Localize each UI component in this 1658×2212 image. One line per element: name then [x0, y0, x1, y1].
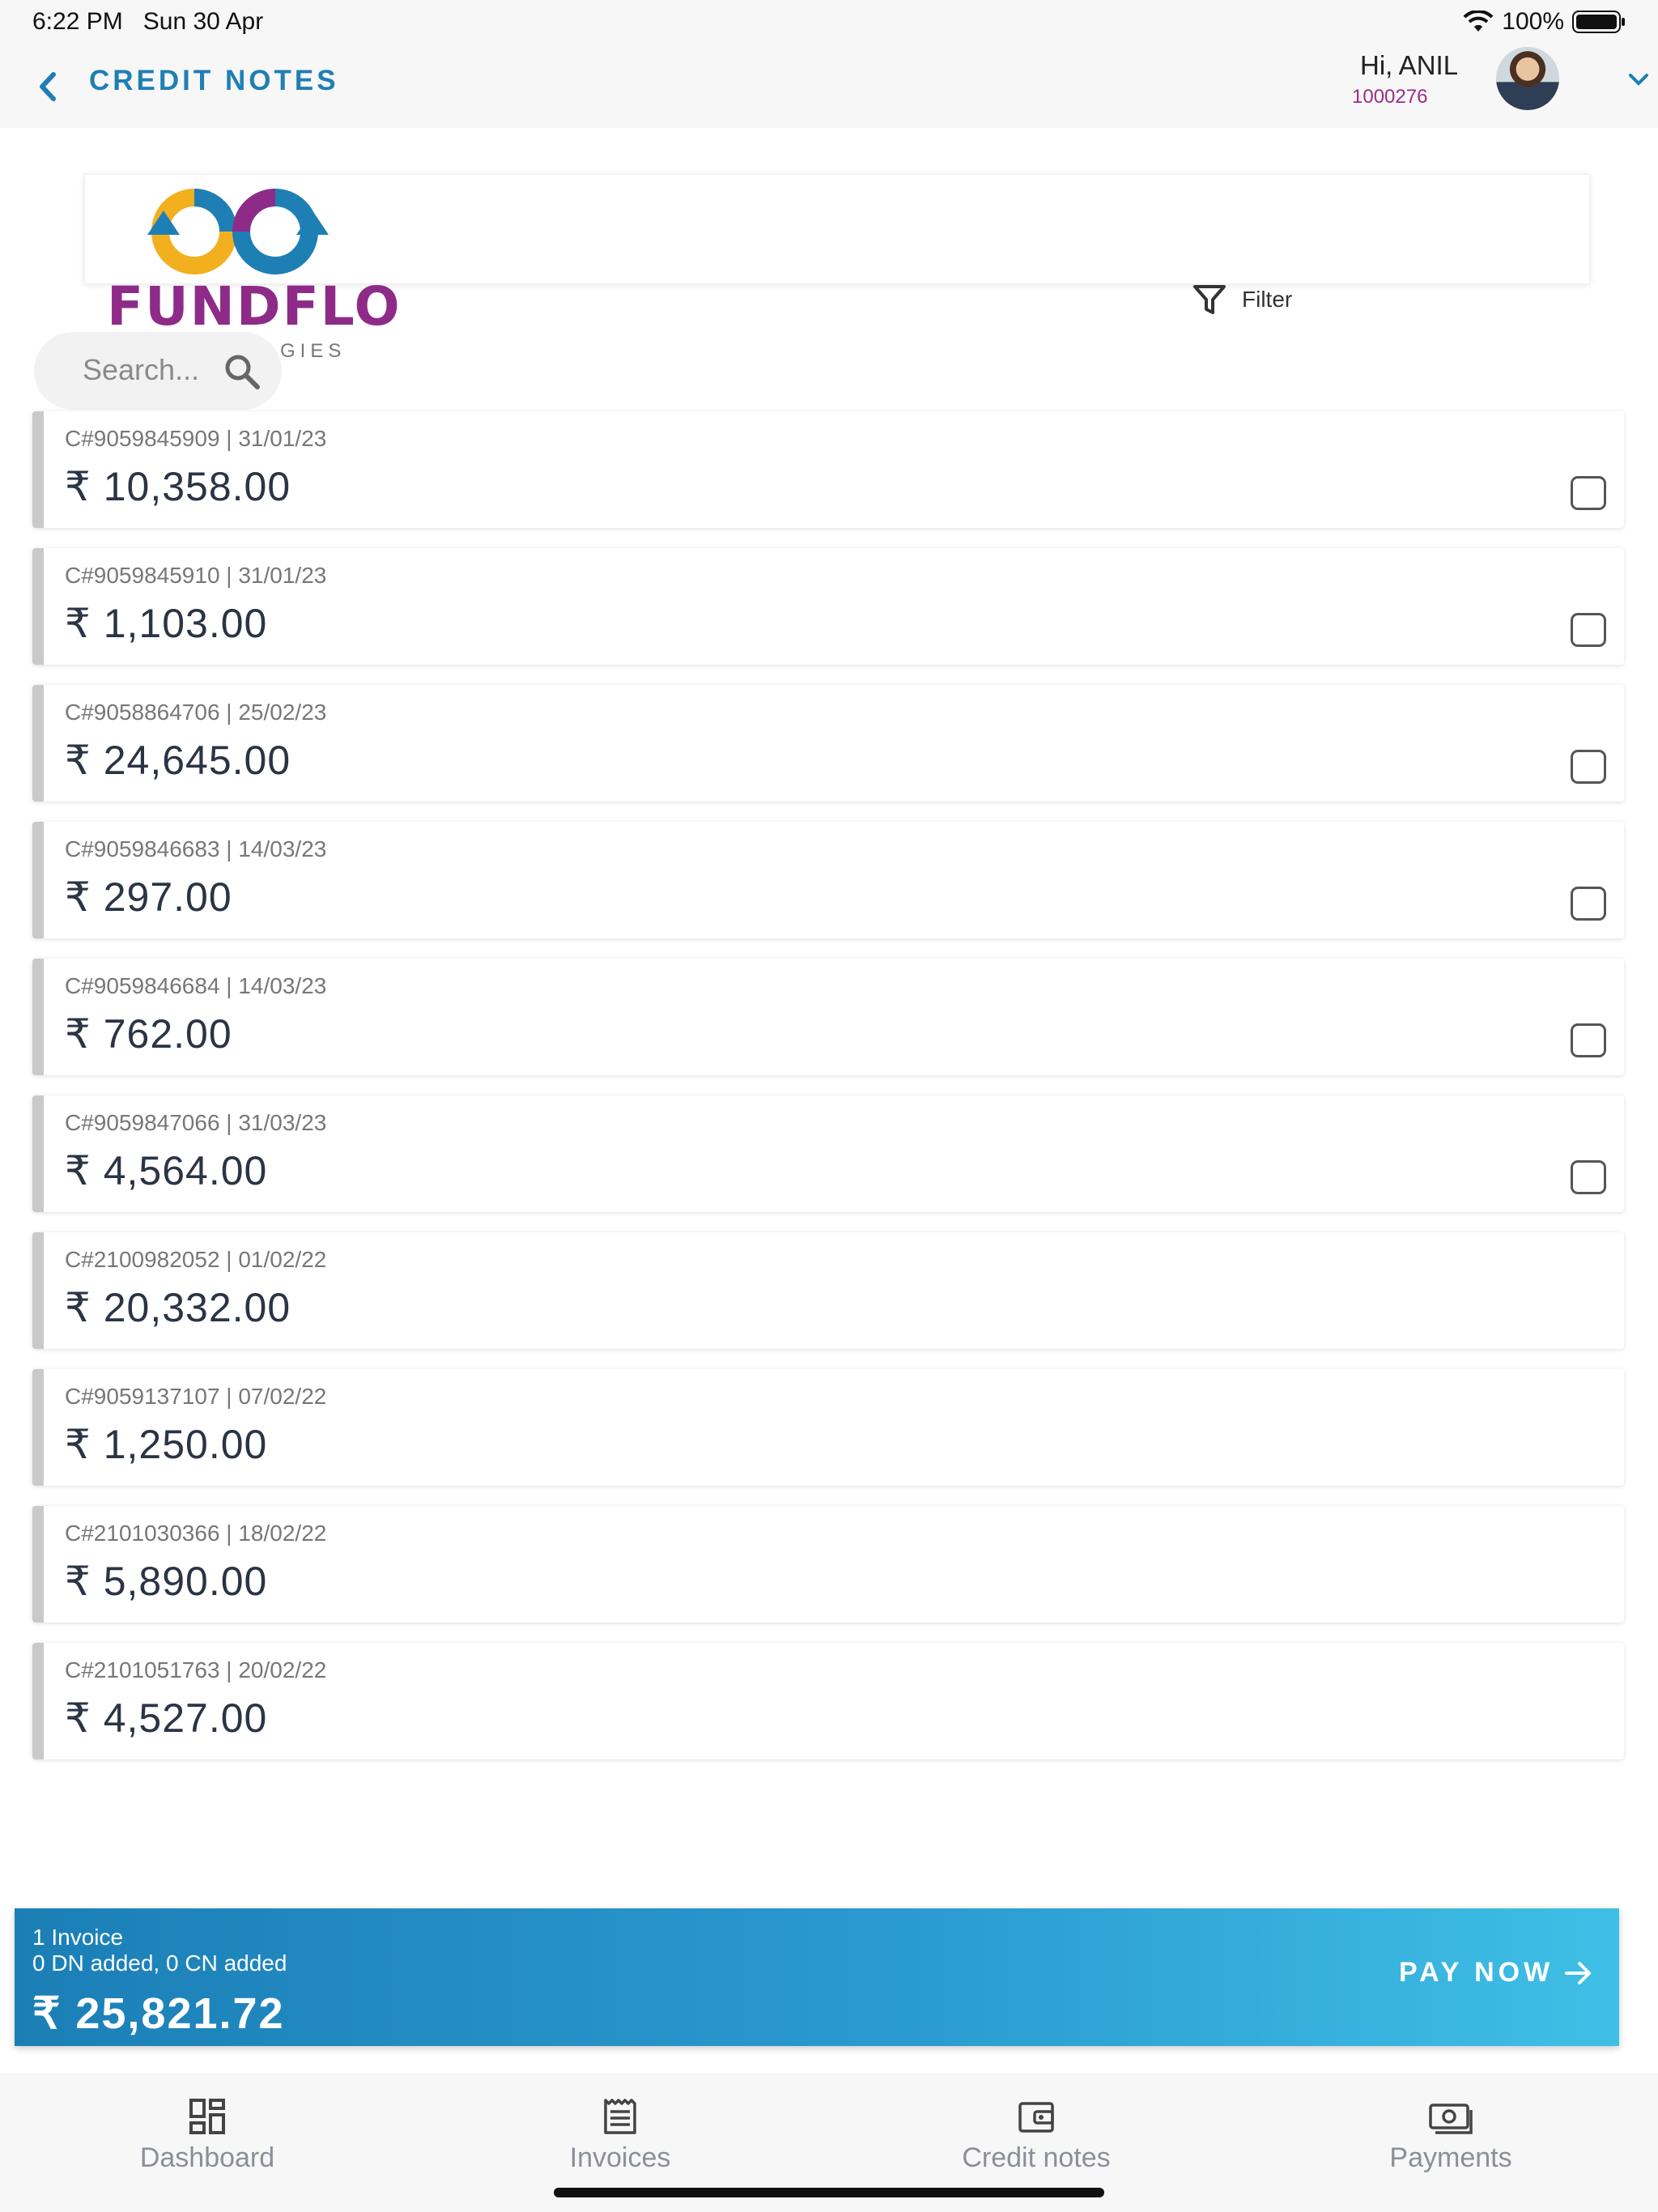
credit-note-amount: ₹ 4,564.00: [65, 1148, 268, 1193]
tab-label-payments: Payments: [1389, 2142, 1512, 2173]
adjustments-summary: 0 DN added, 0 CN added: [32, 1950, 287, 1976]
tab-payments[interactable]: Payments: [1354, 2097, 1548, 2174]
dashboard-icon: [189, 2099, 225, 2134]
user-id: 1000276: [1352, 86, 1428, 108]
status-date: Sun 30 Apr: [142, 8, 264, 35]
status-time: 6:22 PM Sun 30 Apr: [32, 8, 263, 36]
chevron-left-icon: [40, 72, 56, 101]
credit-note-meta: C#9058864706 | 25/02/23: [65, 700, 327, 725]
credit-note-meta: C#2100982052 | 01/02/22: [65, 1247, 327, 1272]
arrow-right-icon: [1565, 1961, 1592, 1984]
payments-icon: [1429, 2104, 1473, 2134]
filter-label: Filter: [1242, 287, 1293, 312]
tab-label-dashboard: Dashboard: [139, 2142, 275, 2173]
search-icon[interactable]: [223, 353, 261, 390]
credit-note-meta: C#9059847066 | 31/03/23: [65, 1110, 327, 1135]
user-greeting: Hi, ANIL: [1360, 50, 1459, 80]
credit-note-card[interactable]: C#9059847066 | 31/03/23 ₹ 4,564.00: [32, 1095, 1624, 1212]
credit-note-amount: ₹ 20,332.00: [65, 1285, 291, 1330]
credit-note-meta: C#9059137107 | 07/02/22: [65, 1384, 327, 1409]
credit-note-card[interactable]: C#9059846684 | 14/03/23 ₹ 762.00: [32, 959, 1624, 1075]
brand-subtitle: GIES: [280, 340, 346, 362]
wifi-icon: [1463, 11, 1494, 33]
tab-dashboard[interactable]: Dashboard: [110, 2097, 304, 2174]
credit-note-meta: C#9059845909 | 31/01/23: [65, 426, 327, 451]
credit-note-amount: ₹ 5,890.00: [65, 1559, 268, 1604]
back-button[interactable]: [32, 68, 65, 105]
account-menu-toggle[interactable]: [1627, 71, 1650, 87]
credit-note-amount: ₹ 1,250.00: [65, 1422, 268, 1467]
credit-note-checkbox[interactable]: [1571, 1160, 1606, 1194]
home-indicator: [554, 2188, 1104, 2197]
pay-now-label: PAY NOW: [1399, 1957, 1554, 1988]
credit-note-card[interactable]: C#9059846683 | 14/03/23 ₹ 297.00: [32, 822, 1624, 938]
status-bar: 6:22 PM Sun 30 Apr 100%: [0, 0, 1658, 45]
credit-note-meta: C#9059846684 | 14/03/23: [65, 973, 327, 998]
page-title: CREDIT NOTES: [89, 65, 339, 96]
credit-note-amount: ₹ 24,645.00: [65, 738, 291, 783]
credit-note-meta: C#2101051763 | 20/02/22: [65, 1657, 327, 1682]
invoice-count: 1 Invoice: [32, 1925, 124, 1950]
filter-button[interactable]: Filter: [1192, 283, 1292, 316]
battery-percent: 100%: [1502, 8, 1564, 35]
tab-invoices[interactable]: Invoices: [523, 2097, 717, 2174]
tab-label-credit-notes: Credit notes: [962, 2142, 1111, 2173]
credit-note-card[interactable]: C#9059845909 | 31/01/23 ₹ 10,358.00: [32, 411, 1624, 528]
credit-note-checkbox[interactable]: [1571, 750, 1606, 784]
chevron-down-icon: [1629, 74, 1648, 86]
battery-icon: [1572, 10, 1626, 34]
wallet-icon: [1018, 2102, 1054, 2133]
filter-icon: [1193, 285, 1226, 314]
credit-note-checkbox[interactable]: [1571, 887, 1606, 921]
credit-note-card[interactable]: C#9058864706 | 25/02/23 ₹ 24,645.00: [32, 685, 1624, 802]
search-input[interactable]: [83, 350, 220, 390]
app-header: CREDIT NOTES Hi, ANIL 1000276: [0, 45, 1658, 128]
credit-note-card[interactable]: C#2101030366 | 18/02/22 ₹ 5,890.00: [32, 1506, 1624, 1623]
credit-note-card[interactable]: C#9059137107 | 07/02/22 ₹ 1,250.00: [32, 1369, 1624, 1486]
payment-summary-banner: 1 Invoice 0 DN added, 0 CN added ₹ 25,82…: [15, 1908, 1619, 2046]
credit-note-card[interactable]: C#2101051763 | 20/02/22 ₹ 4,527.00: [32, 1643, 1624, 1759]
avatar[interactable]: [1496, 47, 1559, 110]
tab-label-invoices: Invoices: [569, 2142, 671, 2173]
search-box: [34, 332, 282, 410]
credit-note-list: C#9059845909 | 31/01/23 ₹ 10,358.00 C#9059…: [32, 411, 1624, 1780]
credit-note-amount: ₹ 4,527.00: [65, 1695, 268, 1741]
tab-credit-notes[interactable]: Credit notes: [939, 2097, 1133, 2174]
status-indicators: 100%: [1463, 8, 1626, 36]
credit-note-amount: ₹ 762.00: [65, 1011, 232, 1057]
credit-note-amount: ₹ 297.00: [65, 874, 232, 920]
credit-note-amount: ₹ 1,103.00: [65, 601, 268, 646]
credit-note-card[interactable]: C#2100982052 | 01/02/22 ₹ 20,332.00: [32, 1232, 1624, 1349]
credit-note-checkbox[interactable]: [1571, 1023, 1606, 1057]
invoice-icon: [604, 2099, 636, 2134]
credit-note-meta: C#9059845910 | 31/01/23: [65, 563, 327, 588]
credit-note-meta: C#2101030366 | 18/02/22: [65, 1521, 327, 1546]
credit-note-card[interactable]: C#9059845910 | 31/01/23 ₹ 1,103.00: [32, 548, 1624, 665]
credit-note-checkbox[interactable]: [1571, 476, 1606, 510]
credit-note-amount: ₹ 10,358.00: [65, 464, 291, 509]
pay-now-button[interactable]: PAY NOW: [1399, 1957, 1592, 1989]
credit-note-meta: C#9059846683 | 14/03/23: [65, 836, 327, 861]
payment-total: ₹ 25,821.72: [32, 1989, 285, 2038]
status-clock: 6:22 PM: [32, 8, 123, 35]
credit-note-checkbox[interactable]: [1571, 613, 1606, 647]
brand-name: FUNDFLO: [107, 275, 402, 338]
